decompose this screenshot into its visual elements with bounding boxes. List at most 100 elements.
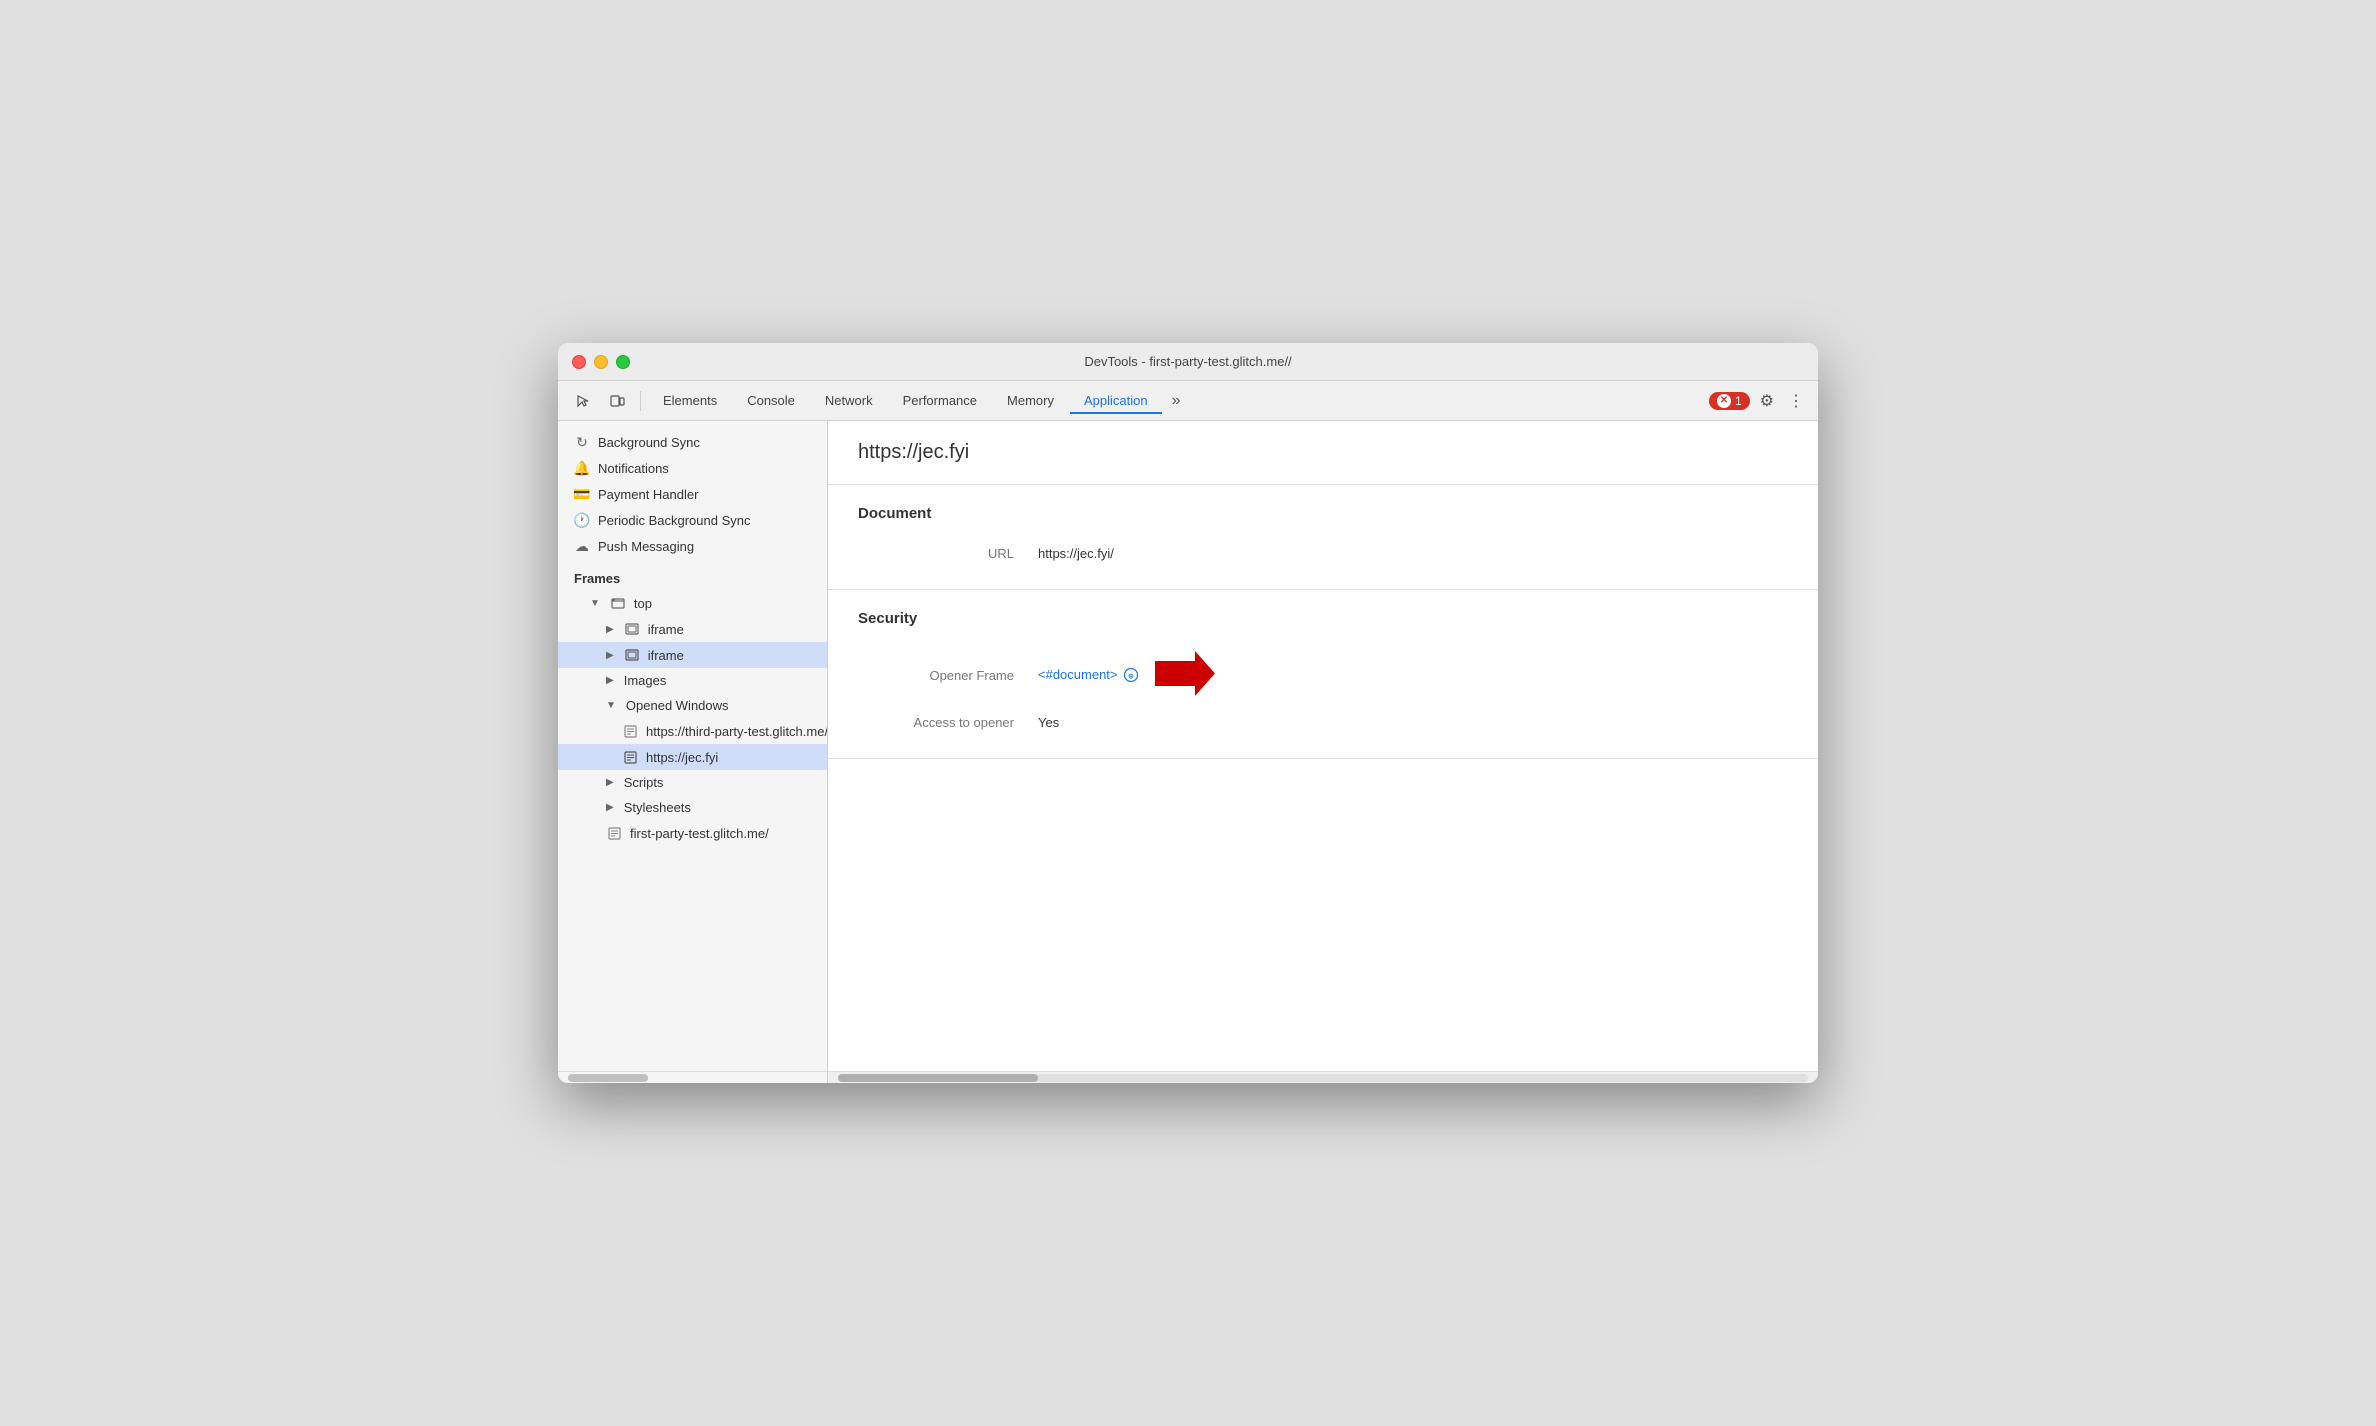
sidebar-item-label: Periodic Background Sync [598,513,750,528]
sidebar-item-label: Background Sync [598,435,700,450]
opener-frame-link[interactable]: <#document> ⊕ [1038,667,1139,684]
expand-arrow-scripts: ▶ [606,777,614,788]
sidebar-item-first-party[interactable]: first-party-test.glitch.me/ [558,820,827,846]
main-content: ↻ Background Sync 🔔 Notifications 💳 Paym… [558,421,1818,1071]
expand-arrow-top: ▼ [590,598,600,609]
device-toolbar-button[interactable] [602,387,632,415]
clock-icon: 🕐 [574,512,590,528]
more-options-button[interactable]: ⋮ [1784,387,1808,415]
sidebar-item-notifications[interactable]: 🔔 Notifications [558,455,827,481]
sidebar-item-thirdparty-label: https://third-party-test.glitch.me/p... [646,724,827,739]
page-icon-3 [606,825,622,841]
sidebar-item-label: Notifications [598,461,669,476]
url-row: URL https://jec.fyi/ [858,538,1788,569]
content-scroll-thumb[interactable] [838,1074,1038,1082]
sidebar-item-stylesheets-label: Stylesheets [624,800,691,815]
sync-icon: ↻ [574,434,590,450]
expand-arrow-images: ▶ [606,675,614,686]
minimize-button[interactable] [594,355,608,369]
expand-arrow-windows: ▼ [606,700,616,711]
sidebar-item-third-party[interactable]: https://third-party-test.glitch.me/p... [558,718,827,744]
sidebar-item-label: Payment Handler [598,487,698,502]
frame-icon-2 [624,647,640,663]
sidebar-item-jecfyi-label: https://jec.fyi [646,750,718,765]
sidebar-item-background-sync[interactable]: ↻ Background Sync [558,429,827,455]
sidebar-item-periodic-bg-sync[interactable]: 🕐 Periodic Background Sync [558,507,827,533]
close-button[interactable] [572,355,586,369]
page-icon-2 [622,749,638,765]
sidebar-item-top-label: top [634,596,652,611]
tab-elements[interactable]: Elements [649,387,731,414]
opener-frame-row: Opener Frame <#document> ⊕ [858,643,1788,707]
sidebar-item-scripts-label: Scripts [624,775,664,790]
security-section: Security Opener Frame <#document> ⊕ [828,590,1818,759]
sidebar-item-iframe-1[interactable]: ▶ iframe [558,616,827,642]
window-title: DevTools - first-party-test.glitch.me// [1084,354,1291,369]
svg-text:⊕: ⊕ [1128,672,1133,682]
frames-header: Frames [558,559,827,590]
sidebar-item-payment-handler[interactable]: 💳 Payment Handler [558,481,827,507]
cloud-icon: ☁ [574,538,590,554]
document-title: Document [858,505,1788,522]
tab-bar: Elements Console Network Performance Mem… [649,387,1705,414]
sidebar: ↻ Background Sync 🔔 Notifications 💳 Paym… [558,421,828,1071]
sidebar-item-firstparty-label: first-party-test.glitch.me/ [630,826,769,841]
tab-memory[interactable]: Memory [993,387,1068,414]
sidebar-item-opened-windows[interactable]: ▼ Opened Windows [558,693,827,718]
access-opener-label: Access to opener [858,715,1038,730]
toolbar-divider [640,391,641,411]
sidebar-item-images-label: Images [624,673,667,688]
window-bottom [558,1071,1818,1083]
opener-frame-container: <#document> ⊕ [1038,651,1215,699]
opener-frame-value-group: <#document> ⊕ [1038,651,1215,699]
sidebar-scroll-thumb[interactable] [568,1074,648,1082]
tab-application[interactable]: Application [1070,387,1162,414]
sidebar-item-iframe2-label: iframe [648,648,684,663]
content-scrollbar [828,1071,1818,1083]
folder-icon [610,595,626,611]
page-icon-1 [622,723,638,739]
bell-icon: 🔔 [574,460,590,476]
url-value: https://jec.fyi/ [1038,546,1114,561]
sidebar-item-top[interactable]: ▼ top [558,590,827,616]
sidebar-item-iframe-2[interactable]: ▶ iframe [558,642,827,668]
sidebar-item-windows-label: Opened Windows [626,698,729,713]
tab-network[interactable]: Network [811,387,887,414]
sidebar-item-images[interactable]: ▶ Images [558,668,827,693]
expand-arrow-iframe2: ▶ [606,650,614,661]
access-opener-row: Access to opener Yes [858,707,1788,738]
access-opener-value: Yes [1038,715,1059,730]
frame-icon-1 [624,621,640,637]
document-section: Document URL https://jec.fyi/ [828,485,1818,590]
traffic-lights [572,355,630,369]
red-arrow-annotation [1155,651,1215,699]
card-icon: 💳 [574,486,590,502]
error-count: 1 [1735,394,1742,408]
devtools-window: DevTools - first-party-test.glitch.me// … [558,343,1818,1083]
more-tabs-button[interactable]: » [1164,388,1189,414]
settings-button[interactable]: ⚙ [1756,387,1778,415]
content-url-header: https://jec.fyi [828,421,1818,485]
error-icon: ✕ [1717,394,1731,408]
expand-arrow-iframe1: ▶ [606,624,614,635]
sidebar-item-iframe1-label: iframe [648,622,684,637]
expand-arrow-stylesheets: ▶ [606,802,614,813]
content-pane: https://jec.fyi Document URL https://jec… [828,421,1818,1071]
inspect-element-button[interactable] [568,387,598,415]
tab-performance[interactable]: Performance [889,387,991,414]
page-url: https://jec.fyi [858,441,969,463]
sidebar-item-stylesheets[interactable]: ▶ Stylesheets [558,795,827,820]
maximize-button[interactable] [616,355,630,369]
toolbar-right: ✕ 1 ⚙ ⋮ [1709,387,1808,415]
security-title: Security [858,610,1788,627]
opener-frame-label: Opener Frame [858,668,1038,683]
title-bar: DevTools - first-party-test.glitch.me// [558,343,1818,381]
toolbar: Elements Console Network Performance Mem… [558,381,1818,421]
error-badge[interactable]: ✕ 1 [1709,392,1750,410]
sidebar-item-scripts[interactable]: ▶ Scripts [558,770,827,795]
sidebar-item-jec-fyi[interactable]: https://jec.fyi [558,744,827,770]
sidebar-scrollbar [558,1071,828,1083]
sidebar-item-push-messaging[interactable]: ☁ Push Messaging [558,533,827,559]
sidebar-item-label: Push Messaging [598,539,694,554]
tab-console[interactable]: Console [733,387,809,414]
